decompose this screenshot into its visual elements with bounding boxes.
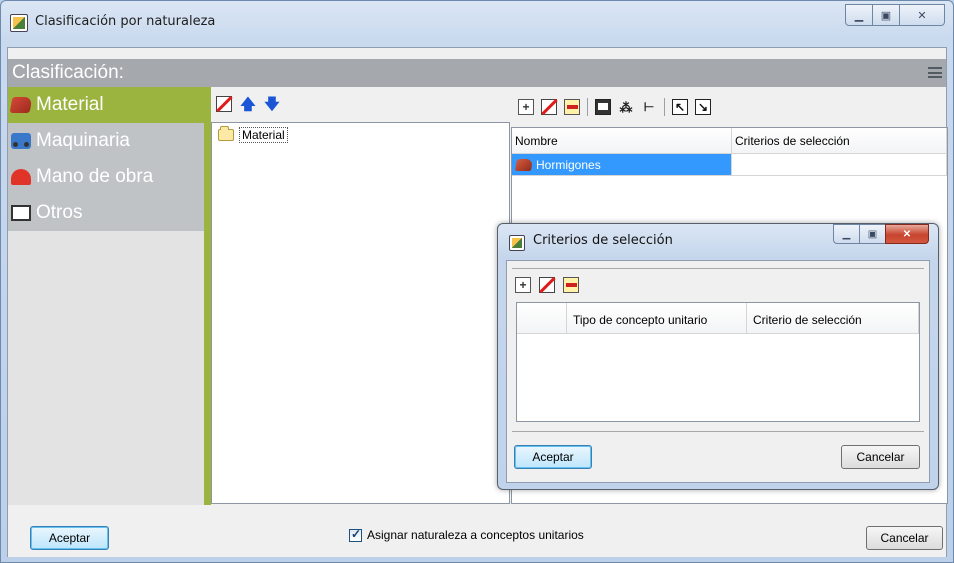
dialog-accept-button[interactable]: Aceptar [514,445,592,469]
hamburger-menu-icon[interactable] [928,67,942,78]
category-item-material[interactable]: Material [8,87,204,123]
window-title: Clasificación por naturaleza [35,14,216,29]
close-icon: ✕ [902,228,912,240]
add-icon[interactable]: + [518,99,534,115]
tree-toolbar: 🡅 🡇 [211,93,280,115]
cancel-button[interactable]: Cancelar [866,526,943,550]
accept-button[interactable]: Aceptar [30,526,109,550]
image-icon[interactable] [595,99,611,115]
tree-node-label: Material [239,127,288,143]
cell-criterios[interactable] [732,154,947,176]
add-icon[interactable]: + [515,277,531,293]
minimize-button[interactable]: ▁ [845,4,873,26]
cell-nombre-text: Hormigones [536,157,601,172]
assign-nature-checkbox[interactable] [349,527,362,542]
edit-icon[interactable] [563,277,579,293]
category-label: Material [36,94,104,115]
maximize-button[interactable]: ▣ [872,4,900,26]
brick-icon [514,158,534,171]
column-header-nombre[interactable]: Nombre [512,128,732,153]
grid-header: Nombre Criterios de selección [512,128,947,154]
category-label: Maquinaria [36,130,130,151]
close-icon: ✕ [917,9,927,22]
column-header-criterio[interactable]: Criterio de selección [747,303,919,333]
category-item-maquinaria[interactable]: Maquinaria [8,123,204,159]
classification-header: Clasificación: [8,59,946,87]
dialog-cancel-button[interactable]: Cancelar [841,445,920,469]
arrow-nw-icon[interactable]: ↖ [672,99,688,115]
minimize-icon: ▁ [854,9,864,22]
category-label: Mano de obra [36,166,154,187]
app-icon [10,14,28,32]
tree-node-material[interactable]: Material [218,126,288,143]
dialog-toolbar: + [515,277,579,293]
branch-icon[interactable]: ⊢ [641,99,657,115]
delete-icon[interactable] [216,96,232,112]
delete-icon[interactable] [541,99,557,115]
dialog-close-button[interactable]: ✕ [885,224,929,244]
arrow-down-icon[interactable]: 🡇 [264,96,280,112]
column-header-criterios[interactable]: Criterios de selección [732,128,947,153]
assign-nature-option[interactable]: Asignar naturaleza a conceptos unitarios [349,527,584,542]
dialog-maximize-button[interactable]: ▣ [859,224,886,244]
column-header-blank [517,303,567,333]
column-header-tipo[interactable]: Tipo de concepto unitario [567,303,747,333]
toolbar-separator [664,98,665,116]
criteria-dialog: Criterios de selección ▁ ▣ ✕ + Tipo de c… [497,223,939,490]
app-icon [509,235,525,251]
minimize-icon: ▁ [842,228,851,240]
title-bar[interactable]: Clasificación por naturaleza ▁ ▣ ✕ [1,1,953,47]
window-controls: ▁ ▣ ✕ [845,4,945,26]
square-icon [11,205,31,221]
table-row[interactable]: Hormigones [512,154,947,176]
criteria-grid: Tipo de concepto unitario Criterio de se… [516,302,920,422]
maximize-icon: ▣ [867,228,878,240]
dialog-body: + Tipo de concepto unitario Criterio de … [506,260,930,483]
footer-bar: Aceptar Asignar naturaleza a conceptos u… [8,505,946,557]
hierarchy-icon[interactable]: ⁂ [618,99,634,115]
edit-icon[interactable] [564,99,580,115]
delete-icon[interactable] [539,277,555,293]
folder-icon [218,126,234,141]
arrow-se-icon[interactable]: ↘ [695,99,711,115]
classification-title: Clasificación: [12,62,124,83]
arrow-up-icon[interactable]: 🡅 [240,96,256,112]
maximize-icon: ▣ [880,9,892,22]
close-button[interactable]: ✕ [899,4,945,26]
category-item-mano-de-obra[interactable]: Mano de obra [8,159,204,195]
selection-strip [204,87,211,505]
divider [512,268,924,269]
category-item-otros[interactable]: Otros [8,195,204,231]
truck-icon [11,133,31,149]
dialog-title: Criterios de selección [533,233,673,248]
helmet-icon [11,169,31,185]
criteria-grid-header: Tipo de concepto unitario Criterio de se… [517,303,919,334]
toolbar-separator [587,98,588,116]
brick-icon [9,97,33,113]
dialog-minimize-button[interactable]: ▁ [833,224,860,244]
assign-nature-label: Asignar naturaleza a conceptos unitarios [367,528,584,542]
divider [512,431,924,432]
tree-view[interactable]: Material [211,122,510,504]
category-list: Material Maquinaria Mano de obra Otros [8,87,204,505]
grid-toolbar: + ⁂ ⊢ ↖ ↘ [518,96,711,118]
cell-nombre[interactable]: Hormigones [512,154,732,176]
category-label: Otros [36,202,83,223]
dialog-window-controls: ▁ ▣ ✕ [833,224,929,244]
